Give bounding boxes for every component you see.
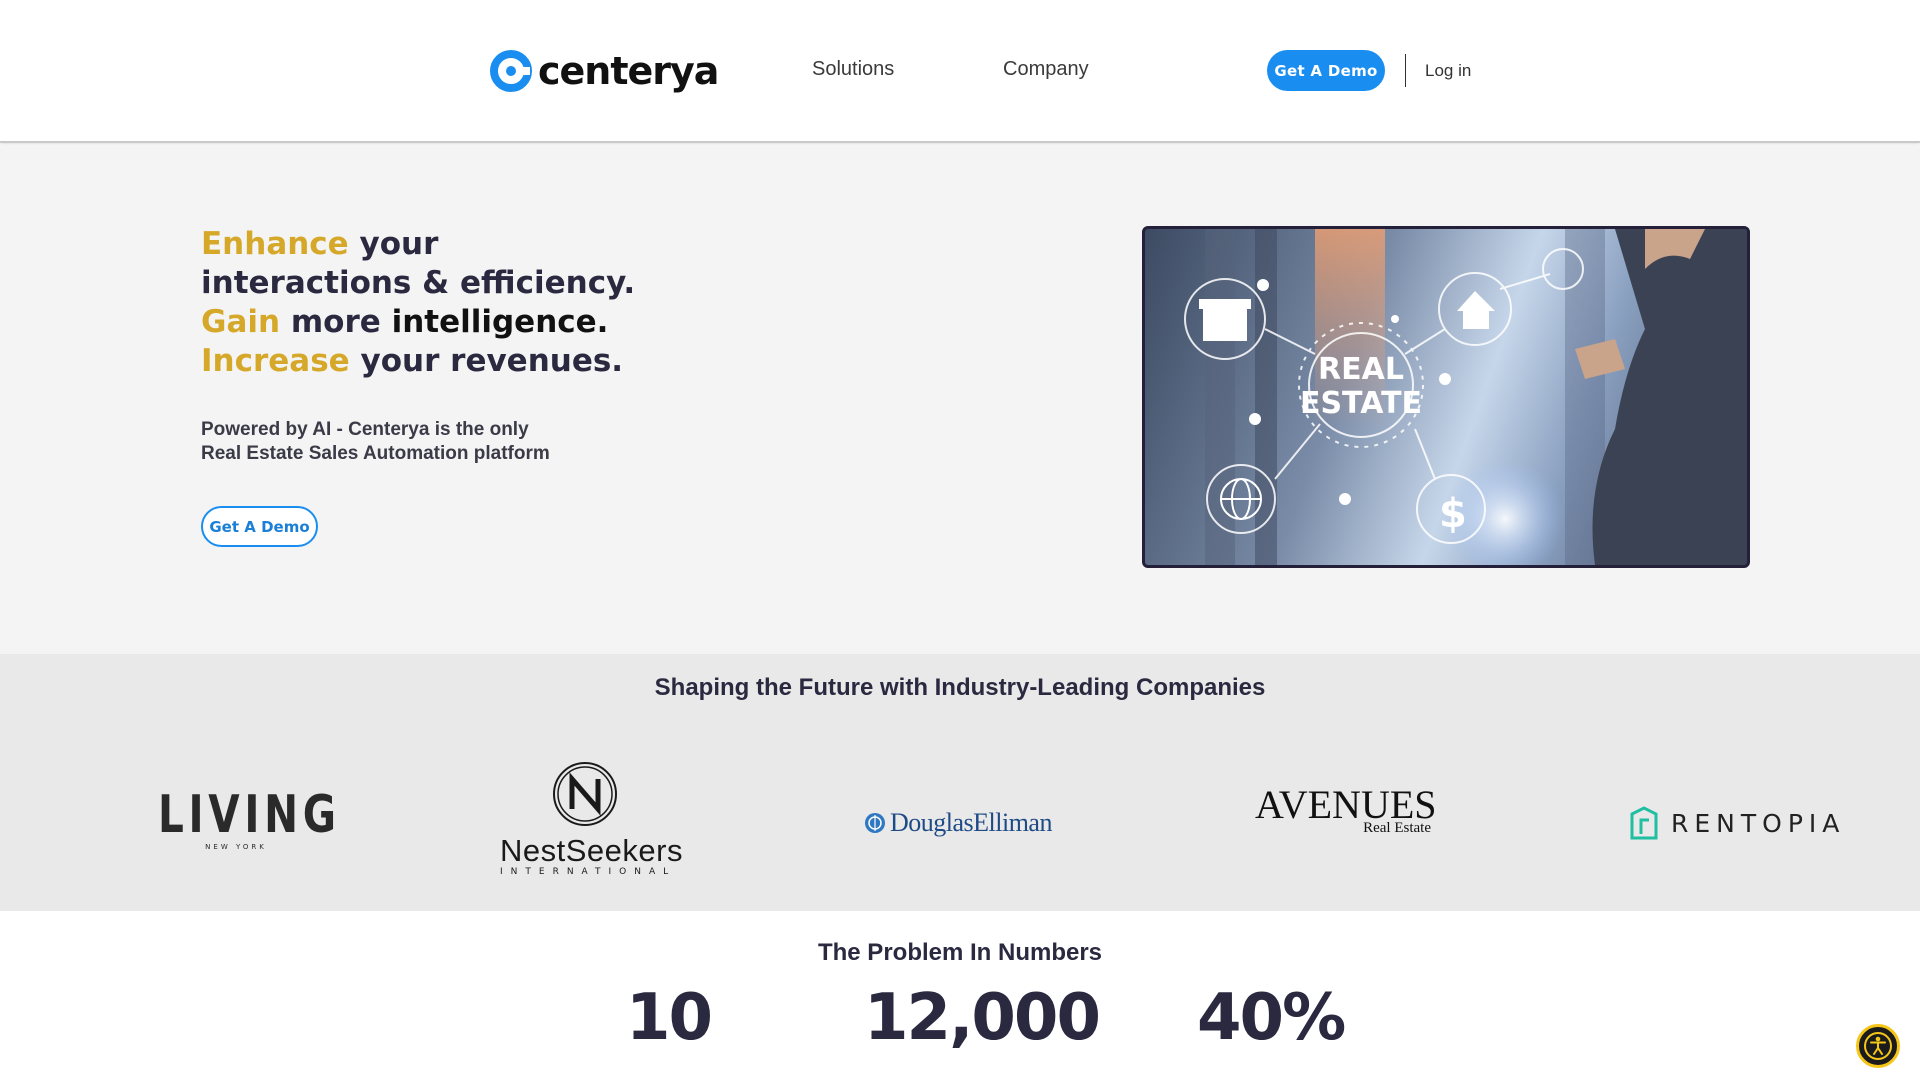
rentopia-emblem-icon (1630, 806, 1658, 840)
living-logo-text: LIVING (158, 785, 341, 845)
real-estate-illustration: $ REAL ESTATE (1184, 229, 1747, 565)
subtitle-line-2: Real Estate Sales Automation platform (201, 443, 550, 464)
stat-value: 12,000 (864, 981, 1101, 1055)
rentopia-logo-text: RENTOPIA (1671, 808, 1846, 838)
get-demo-button-hero[interactable]: Get A Demo (201, 506, 318, 547)
nav-divider (1405, 54, 1406, 87)
partners-title: Shaping the Future with Industry-Leading… (654, 674, 1266, 701)
centerya-logo[interactable]: centerya (490, 48, 719, 94)
numbers-title: The Problem In Numbers (817, 939, 1103, 966)
hero-subtitle: Powered by AI - Centerya is the only Rea… (201, 418, 621, 466)
nestseekers-logo-text: NestSeekers (500, 833, 683, 868)
subtitle-line-1: Powered by AI - Centerya is the only (201, 419, 529, 440)
problem-numbers-section: The Problem In Numbers 10 12,000 40% (0, 911, 1920, 1080)
site-header: centerya Solutions Company Get A Demo Lo… (0, 0, 1920, 143)
svg-text:$: $ (1439, 491, 1467, 537)
headline-more: more (280, 304, 392, 340)
nestseekers-logo: NestSeekers INTERNATIONAL (500, 761, 683, 877)
rentopia-logo: RENTOPIA (1629, 806, 1845, 840)
headline-intelligence: intelligence. (391, 304, 609, 340)
douglas-elliman-emblem-icon (865, 813, 885, 833)
nav-solutions[interactable]: Solutions (812, 58, 894, 81)
headline-enhance: Enhance (201, 226, 349, 262)
headline-your: your (348, 226, 439, 262)
nestseekers-emblem-icon (553, 762, 617, 826)
get-demo-button-header[interactable]: Get A Demo (1267, 50, 1385, 91)
accessibility-button[interactable] (1856, 1024, 1900, 1068)
avenues-logo: AVENUES Real Estate (1255, 784, 1437, 837)
headline-increase: Increase (201, 343, 350, 379)
image-text-estate: ESTATE (1300, 386, 1422, 421)
centerya-logo-icon (490, 50, 532, 92)
image-text-real: REAL (1318, 352, 1404, 387)
douglas-elliman-logo-text: DouglasElliman (890, 808, 1052, 837)
logo-text: centerya (538, 49, 719, 93)
headline-revenues: your revenues. (349, 343, 624, 379)
accessibility-icon (1864, 1032, 1892, 1060)
stat-value: 40% (1197, 981, 1346, 1055)
login-link[interactable]: Log in (1425, 61, 1471, 81)
nestseekers-logo-sub: INTERNATIONAL (500, 867, 677, 877)
headline-interactions: interactions & efficiency. (201, 265, 636, 301)
partners-section: Shaping the Future with Industry-Leading… (0, 654, 1920, 911)
douglas-elliman-logo: DouglasElliman (864, 808, 1052, 838)
stat-value: 10 (626, 981, 713, 1055)
living-logo: LIVING NEW YORK (158, 785, 341, 851)
headline-gain: Gain (201, 304, 281, 340)
hero-headline: Enhance your interactions & efficiency. … (201, 225, 721, 381)
nav-company[interactable]: Company (1003, 58, 1089, 81)
real-estate-hero-image: $ REAL ESTATE (1142, 226, 1750, 568)
hero-section: Enhance your interactions & efficiency. … (0, 145, 1920, 654)
